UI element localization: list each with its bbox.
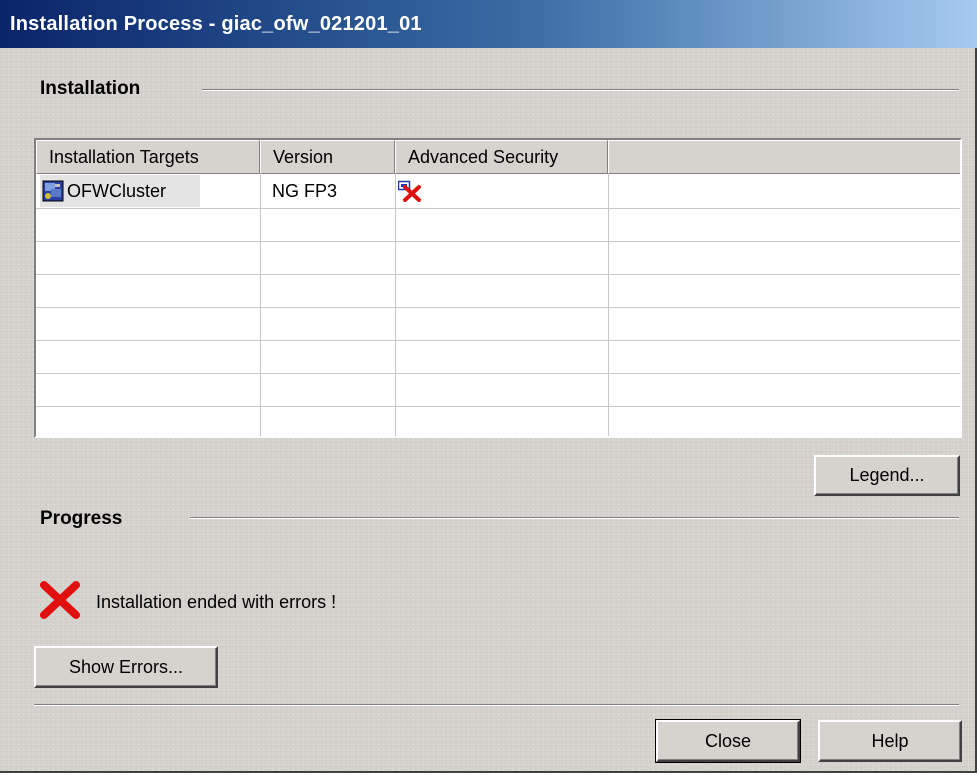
window-title-bar[interactable]: Installation Process - giac_ofw_021201_0… (0, 0, 977, 48)
installation-section-label: Installation (40, 78, 141, 99)
installation-status-text: Installation ended with errors ! (96, 592, 337, 612)
installation-process-dialog: Installation Process - giac_ofw_021201_0… (0, 0, 977, 773)
column-header-version[interactable]: Version (260, 140, 395, 174)
target-name: OFWCluster (67, 181, 166, 201)
help-button[interactable]: Help (818, 720, 962, 762)
legend-button[interactable]: Legend... (814, 455, 960, 496)
column-header-empty (608, 140, 960, 174)
error-x-icon (38, 580, 82, 620)
grid-row-line (36, 307, 960, 308)
grid-row-line (36, 208, 960, 209)
grid-row-line (36, 340, 960, 341)
grid-column-line (260, 174, 261, 436)
column-header-installation-targets[interactable]: Installation Targets (36, 140, 260, 174)
grid-row-line (36, 241, 960, 242)
grid-row-line (36, 373, 960, 374)
column-header-advanced-security[interactable]: Advanced Security (395, 140, 608, 174)
show-errors-button[interactable]: Show Errors... (34, 646, 218, 688)
cluster-icon (42, 180, 64, 202)
grid-row-line (36, 406, 960, 407)
grid-row-line (36, 274, 960, 275)
installation-targets-table[interactable]: Installation Targets Version Advanced Se… (34, 138, 962, 438)
version-value: NG FP3 (272, 181, 338, 201)
grid-column-line (608, 174, 609, 436)
table-row[interactable]: OFWCluster (40, 175, 200, 207)
module-error-icon (397, 180, 424, 202)
progress-section-divider (190, 517, 959, 519)
progress-section-label: Progress (40, 508, 123, 529)
grid-column-line (395, 174, 396, 436)
close-button[interactable]: Close (655, 719, 801, 763)
window-title: Installation Process - giac_ofw_021201_0… (10, 13, 422, 35)
installation-section-divider (202, 89, 959, 91)
footer-divider (34, 704, 959, 706)
